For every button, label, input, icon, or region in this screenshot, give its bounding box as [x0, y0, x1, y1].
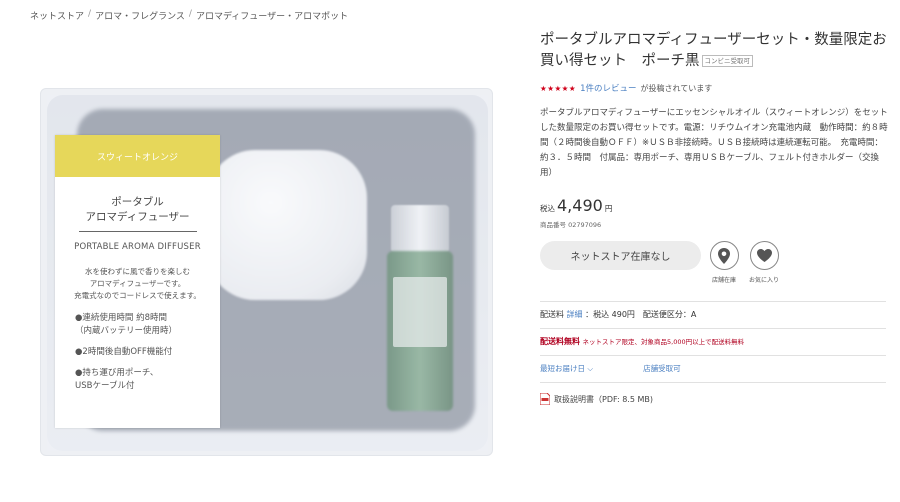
breadcrumb-separator: /	[188, 9, 192, 19]
currency-label: 円	[604, 204, 613, 213]
product-title: ポータブルアロマディフューザーセット・数量限定お買い得セット ポーチ黒 コンビニ受…	[540, 30, 888, 72]
convenience-pickup-badge: コンビニ受取可	[701, 55, 753, 67]
breadcrumb-item-diffuser[interactable]: アロマディフューザー・アロマポット	[196, 9, 348, 22]
manual-pdf-link[interactable]: 取扱説明書（PDF: 8.5 MB)	[540, 393, 888, 405]
review-link[interactable]: 1件のレビュー	[580, 82, 636, 94]
free-shipping-label: 配送料無料	[540, 337, 580, 346]
pdf-icon	[540, 393, 550, 405]
card-english-title: PORTABLE AROMA DIFFUSER	[74, 242, 201, 252]
breadcrumb: ネットストア / アロマ・フレグランス / アロマディフューザー・アロマポット	[30, 9, 348, 22]
price-value: 4,490	[557, 196, 603, 215]
store-pickup-link[interactable]: 店舗受取可	[643, 363, 681, 374]
card-feature-line: ●持ち運び用ポーチ、	[75, 368, 159, 378]
item-number: 商品番号 02797096	[540, 221, 602, 229]
store-stock-action: 店舗在庫	[707, 241, 741, 284]
breadcrumb-separator: /	[88, 9, 92, 19]
breadcrumb-item-aroma[interactable]: アロマ・フレグランス	[95, 9, 185, 22]
delivery-options: 最短お届け日 ⌵ 店舗受取可	[540, 363, 888, 374]
card-feature: ●2時間後自動OFF機能付	[75, 347, 173, 357]
product-image[interactable]: スウィートオレンジ ポータブル アロマディフューザー PORTABLE AROM…	[40, 88, 493, 456]
review-summary: ★★★★★ 1件のレビュー が投稿されています	[540, 82, 888, 95]
divider	[540, 382, 886, 383]
shipping-fee-label: 配送料	[540, 310, 564, 319]
manual-text: 取扱説明書（PDF: 8.5 MB)	[554, 394, 653, 404]
card-divider	[78, 231, 197, 232]
card-feature-line: （内蔵バッテリー使用時）	[75, 326, 178, 336]
card-feature-line: ●連続使用時間 約8時間	[75, 313, 168, 323]
divider	[540, 301, 886, 302]
netstore-stock-button[interactable]: ネットストア在庫なし	[540, 241, 701, 270]
review-suffix: が投稿されています	[640, 83, 713, 93]
card-title-line: ポータブル	[111, 196, 164, 208]
store-stock-label: 店舗在庫	[711, 277, 736, 284]
divider	[540, 328, 886, 329]
card-feature: ●連続使用時間 約8時間 （内蔵バッテリー使用時）	[75, 312, 220, 338]
favorite-label: お気に入り	[748, 277, 779, 284]
card-scent-band: スウィートオレンジ	[55, 135, 220, 177]
package-card: スウィートオレンジ ポータブル アロマディフューザー PORTABLE AROM…	[55, 135, 220, 428]
chevron-down-icon: ⌵	[587, 364, 594, 373]
breadcrumb-item-netstore[interactable]: ネットストア	[30, 9, 84, 22]
earliest-delivery-link[interactable]: 最短お届け日 ⌵	[540, 363, 593, 374]
card-description: 水を使わずに風で香りを楽しむ アロマディフューザーです。 充電式なのでコードレス…	[55, 266, 220, 302]
action-bar: ネットストア在庫なし 店舗在庫 お気に入り	[540, 241, 888, 284]
heart-icon	[756, 249, 772, 262]
shipping-fee-row: 配送料 詳細 ：税込 490円 配送便区分：A	[540, 309, 888, 320]
card-feature: ●持ち運び用ポーチ、 USBケーブル付	[75, 367, 220, 393]
shipping-detail-link[interactable]: 詳細	[567, 310, 583, 319]
price: 税込 4,490 円	[540, 196, 888, 215]
divider	[540, 355, 886, 356]
favorite-button[interactable]	[749, 241, 779, 270]
store-stock-button[interactable]	[709, 241, 739, 270]
product-info: ポータブルアロマディフューザーセット・数量限定お買い得セット ポーチ黒 コンビニ受…	[540, 30, 888, 405]
shipping-fee-text: ：税込 490円 配送便区分：A	[585, 310, 697, 319]
card-desc-line: 充電式なのでコードレスで使えます。	[74, 291, 201, 300]
card-desc-line: 水を使わずに風で香りを楽しむ	[85, 267, 190, 276]
card-desc-line: アロマディフューザーです。	[89, 279, 186, 288]
card-feature-list: ●連続使用時間 約8時間 （内蔵バッテリー使用時） ●2時間後自動OFF機能付 …	[55, 312, 220, 393]
map-pin-icon	[718, 247, 730, 264]
card-title-line: アロマディフューザー	[85, 211, 190, 223]
free-shipping-row: 配送料無料 ネットストア限定、対象商品5,000円以上で配送料無料	[540, 336, 888, 347]
rating-stars: ★★★★★	[540, 83, 577, 93]
favorite-action: お気に入り	[747, 241, 781, 284]
free-shipping-note: ネットストア限定、対象商品5,000円以上で配送料無料	[582, 338, 745, 346]
card-feature-line: USBケーブル付	[75, 381, 135, 391]
product-description: ポータブルアロマディフューザーにエッセンシャルオイル（スウィートオレンジ）をセッ…	[540, 108, 888, 178]
card-title: ポータブル アロマディフューザー	[55, 195, 220, 225]
tax-label: 税込	[540, 204, 555, 213]
earliest-delivery-label: 最短お届け日	[540, 364, 585, 373]
